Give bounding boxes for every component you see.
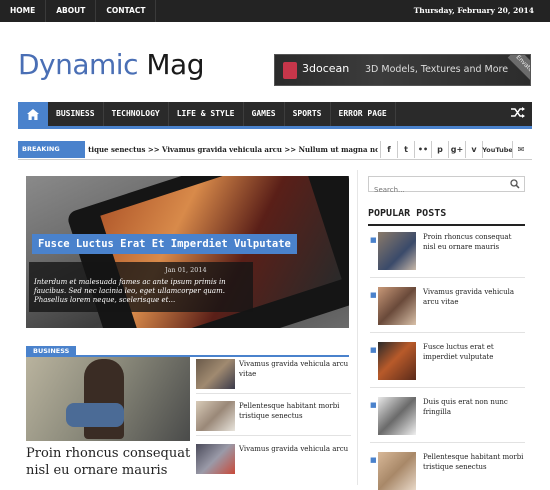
nav-item-business[interactable]: BUSINESS — [48, 102, 104, 126]
ticker-text[interactable]: tique senectus >> Vivamus gravida vehicu… — [85, 145, 378, 154]
shuffle-icon[interactable] — [510, 106, 526, 120]
divider — [370, 277, 525, 278]
site-logo[interactable]: Dynamic Mag — [18, 48, 204, 81]
banner-corner-badge: Envato — [507, 55, 530, 81]
nav-item-games[interactable]: GAMES — [244, 102, 285, 126]
bullet-icon: ■ — [370, 346, 377, 354]
bullet-icon: ■ — [370, 291, 377, 299]
featured-date: Jan 01, 2014 — [165, 266, 207, 274]
popular-divider — [368, 224, 525, 226]
divider — [370, 442, 525, 443]
top-nav-home[interactable]: HOME — [0, 0, 47, 22]
nav-home-button[interactable] — [18, 102, 48, 126]
main-nav: BUSINESS TECHNOLOGY LIFE & STYLE GAMES S… — [18, 102, 532, 129]
bullet-icon: ■ — [370, 236, 377, 244]
social-icons: f t •• p g+ v YouTube ✉ — [380, 141, 529, 158]
top-nav-about[interactable]: ABOUT — [46, 0, 97, 22]
ticker-divider — [18, 159, 532, 160]
business-item-title[interactable]: Vivamus gravida vehicula arcu vitae — [239, 359, 351, 379]
divider — [370, 387, 525, 388]
email-icon[interactable]: ✉ — [512, 141, 529, 158]
flickr-icon[interactable]: •• — [414, 141, 431, 158]
banner-tagline: 3D Models, Textures and More — [365, 64, 509, 75]
business-item-title[interactable]: Pellentesque habitant morbi tristique se… — [239, 401, 351, 421]
popular-post-title[interactable]: Fusce luctus erat et imperdiet vulputate — [423, 342, 525, 362]
current-date: Thursday, February 20, 2014 — [413, 6, 534, 15]
popular-post-title[interactable]: Proin rhoncus consequat nisl eu ornare m… — [423, 232, 525, 252]
featured-slider[interactable]: Fusce Luctus Erat Et Imperdiet Vulputate… — [26, 176, 349, 328]
featured-title[interactable]: Fusce Luctus Erat Et Imperdiet Vulputate — [32, 234, 297, 254]
business-section-header: BUSINESS — [26, 346, 349, 357]
breaking-news-label: BREAKING NEWS — [18, 141, 86, 170]
divider — [370, 332, 525, 333]
business-thumb[interactable] — [196, 401, 235, 431]
youtube-icon[interactable]: YouTube — [482, 141, 513, 158]
divider — [196, 393, 351, 394]
home-icon — [27, 108, 39, 120]
banner-ad[interactable]: 3docean 3D Models, Textures and More Env… — [274, 54, 531, 86]
business-item-title[interactable]: Vivamus gravida vehicula arcu — [239, 444, 351, 454]
business-thumb[interactable] — [196, 444, 235, 474]
woman-figure-shape — [84, 359, 124, 439]
sidebar-divider — [357, 170, 358, 485]
business-main-image[interactable] — [26, 357, 190, 441]
nav-item-error-page[interactable]: ERROR PAGE — [331, 102, 396, 126]
vimeo-icon[interactable]: v — [465, 141, 482, 158]
jeans-shape — [66, 403, 124, 427]
popular-thumb[interactable] — [378, 452, 416, 490]
banner-brand: 3docean — [302, 62, 350, 75]
pinterest-icon[interactable]: p — [431, 141, 448, 158]
business-thumb[interactable] — [196, 359, 235, 389]
top-bar: HOME ABOUT CONTACT Thursday, February 20… — [0, 0, 550, 22]
popular-posts-heading: POPULAR POSTS — [368, 208, 447, 219]
search-icon[interactable] — [510, 179, 520, 189]
popular-post-title[interactable]: Duis quis erat non nunc fringilla — [423, 397, 525, 417]
breaking-news-ticker: BREAKING NEWS tique senectus >> Vivamus … — [18, 141, 378, 170]
nav-item-sports[interactable]: SPORTS — [285, 102, 331, 126]
top-nav-contact[interactable]: CONTACT — [96, 0, 157, 22]
bullet-icon: ■ — [370, 401, 377, 409]
popular-thumb[interactable] — [378, 232, 416, 270]
popular-post-title[interactable]: Pellentesque habitant morbi tristique se… — [423, 452, 525, 472]
nav-item-life-style[interactable]: LIFE & STYLE — [169, 102, 244, 126]
google-plus-icon[interactable]: g+ — [448, 141, 465, 158]
nav-item-technology[interactable]: TECHNOLOGY — [104, 102, 169, 126]
bullet-icon: ■ — [370, 456, 377, 464]
search-box — [368, 176, 525, 197]
3docean-logo-icon — [283, 62, 297, 79]
business-main-title[interactable]: Proin rhoncus consequat nisl eu ornare m… — [26, 445, 196, 479]
logo-part2: Mag — [146, 48, 204, 81]
popular-thumb[interactable] — [378, 397, 416, 435]
featured-excerpt: Interdum et malesuada fames ac ante ipsu… — [34, 278, 226, 304]
popular-thumb[interactable] — [378, 342, 416, 380]
search-input[interactable] — [369, 183, 504, 197]
twitter-icon[interactable]: t — [397, 141, 414, 158]
logo-part1: Dynamic — [18, 48, 138, 81]
divider — [196, 435, 351, 436]
popular-post-title[interactable]: Vivamus gravida vehicula arcu vitae — [423, 287, 525, 307]
popular-thumb[interactable] — [378, 287, 416, 325]
facebook-icon[interactable]: f — [380, 141, 397, 158]
